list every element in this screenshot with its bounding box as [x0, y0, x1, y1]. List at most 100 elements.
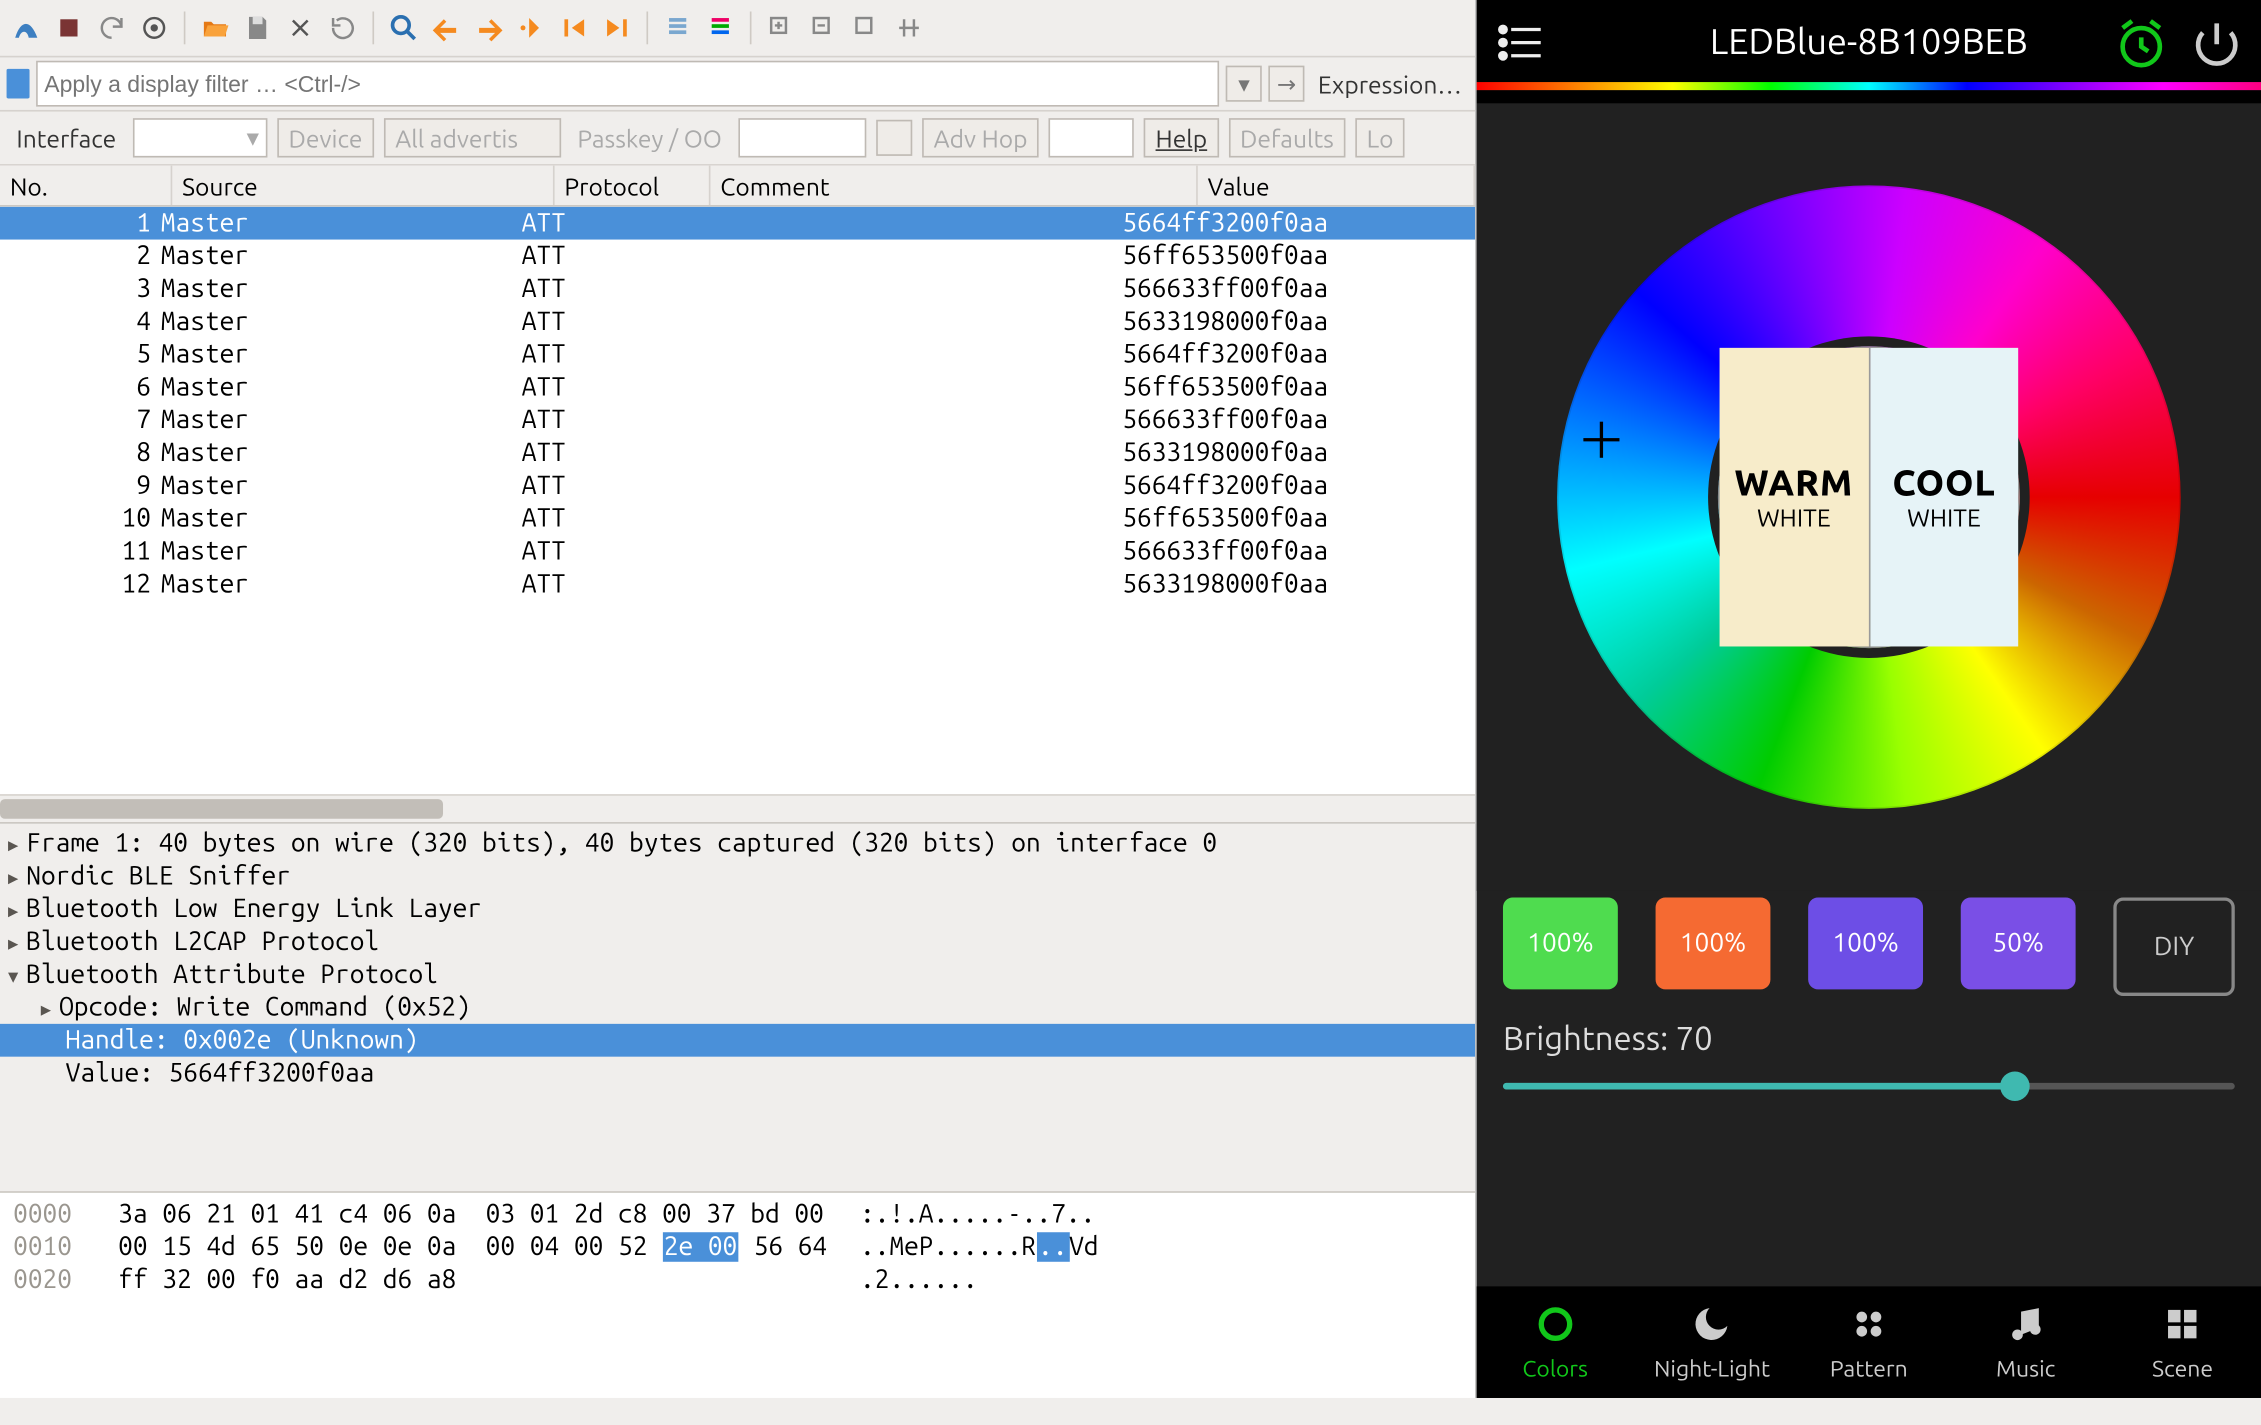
- color-wheel[interactable]: WARM WHITE COOL WHITE: [1557, 185, 2181, 809]
- advhop-input[interactable]: [1049, 118, 1134, 157]
- advert-button[interactable]: All advertis: [384, 118, 561, 157]
- save-icon[interactable]: [238, 8, 277, 47]
- packet-row[interactable]: 8MasterATT5633198000f0aa: [0, 436, 1475, 469]
- bookmark-icon[interactable]: [7, 69, 30, 99]
- packet-row[interactable]: 11MasterATT566633ff00f0aa: [0, 535, 1475, 568]
- brightness-label: Brightness: 70: [1477, 996, 2261, 1067]
- wheel-cursor-icon: [1583, 422, 1619, 458]
- packet-list: No. Source Protocol Comment Value 1Maste…: [0, 166, 1475, 824]
- col-protocol[interactable]: Protocol: [555, 166, 711, 205]
- colors-icon: [1534, 1303, 1577, 1351]
- main-toolbar: [0, 0, 1475, 57]
- first-icon[interactable]: [555, 8, 594, 47]
- jump-icon[interactable]: [512, 8, 551, 47]
- tab-music[interactable]: Music: [1947, 1286, 2104, 1398]
- power-icon[interactable]: [2189, 16, 2245, 77]
- packet-row[interactable]: 4MasterATT5633198000f0aa: [0, 305, 1475, 338]
- detail-ll[interactable]: Bluetooth Low Energy Link Layer: [26, 894, 482, 924]
- passkey-input[interactable]: [738, 118, 866, 157]
- autoscroll-icon[interactable]: [658, 8, 697, 47]
- packet-row[interactable]: 2MasterATT56ff653500f0aa: [0, 240, 1475, 273]
- preset-row: 100% 100% 100% 50% DIY: [1477, 891, 2261, 996]
- brightness-slider[interactable]: [1503, 1067, 2235, 1106]
- stop-icon[interactable]: [49, 8, 88, 47]
- detail-att[interactable]: Bluetooth Attribute Protocol: [26, 960, 438, 990]
- detail-handle[interactable]: Handle: 0x002e (Unknown): [66, 1026, 419, 1056]
- warm-white-button[interactable]: WARM WHITE: [1720, 348, 1870, 647]
- preset-green[interactable]: 100%: [1503, 898, 1618, 990]
- packet-row[interactable]: 10MasterATT56ff653500f0aa: [0, 502, 1475, 535]
- zoom-in-icon[interactable]: [761, 8, 800, 47]
- tab-colors[interactable]: Colors: [1477, 1286, 1634, 1398]
- packet-list-header: No. Source Protocol Comment Value: [0, 166, 1475, 207]
- resize-cols-icon[interactable]: [889, 8, 928, 47]
- music-icon: [2004, 1303, 2047, 1351]
- detail-value[interactable]: Value: 5664ff3200f0aa: [66, 1058, 375, 1088]
- expression-button[interactable]: Expression…: [1311, 70, 1468, 98]
- warm-small: WHITE: [1757, 504, 1831, 532]
- preset-purple2[interactable]: 50%: [1961, 898, 2076, 990]
- display-filter-input[interactable]: [36, 61, 1219, 107]
- alarm-icon[interactable]: [2113, 16, 2169, 77]
- tab-night-light[interactable]: Night-Light: [1634, 1286, 1791, 1398]
- cool-white-button[interactable]: COOL WHITE: [1870, 348, 2018, 647]
- col-source[interactable]: Source: [172, 166, 554, 205]
- back-icon[interactable]: [427, 8, 466, 47]
- rainbow-strip: [1477, 82, 2261, 90]
- zoom-reset-icon[interactable]: [847, 8, 886, 47]
- packet-row[interactable]: 7MasterATT566633ff00f0aa: [0, 404, 1475, 437]
- packet-row[interactable]: 9MasterATT5664ff3200f0aa: [0, 469, 1475, 502]
- packet-row[interactable]: 1MasterATT5664ff3200f0aa: [0, 207, 1475, 240]
- zoom-out-icon[interactable]: [804, 8, 843, 47]
- close-icon[interactable]: [281, 8, 320, 47]
- led-app: LEDBlue-8B109BEB R179 G84 B3 WARM: [1477, 0, 2261, 1398]
- col-comment[interactable]: Comment: [710, 166, 1197, 205]
- packet-bytes[interactable]: 000000100020 3a 06 21 01 41 c4 06 0a 03 …: [0, 1193, 1475, 1398]
- interface-combo[interactable]: ▾: [133, 118, 268, 157]
- detail-frame[interactable]: Frame 1: 40 bytes on wire (320 bits), 40…: [26, 829, 1217, 859]
- open-folder-icon[interactable]: [195, 8, 234, 47]
- help-button[interactable]: Help: [1144, 118, 1219, 157]
- preset-purple[interactable]: 100%: [1808, 898, 1923, 990]
- preset-diy[interactable]: DIY: [2113, 898, 2234, 996]
- tab-pattern[interactable]: Pattern: [1790, 1286, 1947, 1398]
- restart-icon[interactable]: [92, 8, 131, 47]
- defaults-button[interactable]: Defaults: [1228, 118, 1345, 157]
- cool-small: WHITE: [1907, 504, 1981, 532]
- detail-l2cap[interactable]: Bluetooth L2CAP Protocol: [26, 927, 379, 957]
- h-scrollbar[interactable]: [0, 794, 1475, 822]
- app-titlebar: LEDBlue-8B109BEB: [1477, 0, 2261, 82]
- col-no[interactable]: No.: [0, 166, 172, 205]
- shark-fin-icon[interactable]: [7, 8, 46, 47]
- menu-icon[interactable]: [1496, 23, 1545, 67]
- preset-orange[interactable]: 100%: [1656, 898, 1771, 990]
- options-icon[interactable]: [135, 8, 174, 47]
- reload-icon[interactable]: [323, 8, 362, 47]
- cool-big: COOL: [1892, 463, 1995, 504]
- filter-clear-icon[interactable]: ▾: [1226, 66, 1262, 102]
- find-icon[interactable]: [384, 8, 423, 47]
- packet-row[interactable]: 6MasterATT56ff653500f0aa: [0, 371, 1475, 404]
- colorize-icon[interactable]: [701, 8, 740, 47]
- forward-icon[interactable]: [469, 8, 508, 47]
- col-value[interactable]: Value: [1198, 166, 1475, 205]
- tab-scene[interactable]: Scene: [2104, 1286, 2261, 1398]
- detail-nordic[interactable]: Nordic BLE Sniffer: [26, 861, 291, 891]
- night-light-icon: [1691, 1303, 1734, 1351]
- log-button[interactable]: Lo: [1355, 118, 1405, 157]
- device-button[interactable]: Device: [277, 118, 374, 157]
- scene-icon: [2161, 1303, 2204, 1351]
- last-icon[interactable]: [597, 8, 636, 47]
- packet-row[interactable]: 12MasterATT5633198000f0aa: [0, 568, 1475, 601]
- filter-apply-icon[interactable]: →: [1269, 66, 1305, 102]
- white-center[interactable]: WARM WHITE COOL WHITE: [1718, 346, 2020, 648]
- wireshark-window: ▾ → Expression… Interface ▾ Device All a…: [0, 0, 1477, 1398]
- passkey-label: Passkey / OO: [571, 124, 729, 152]
- packet-list-body[interactable]: 1MasterATT5664ff3200f0aa2MasterATT56ff65…: [0, 207, 1475, 794]
- detail-opcode[interactable]: Opcode: Write Command (0x52): [59, 993, 471, 1023]
- packet-row[interactable]: 5MasterATT5664ff3200f0aa: [0, 338, 1475, 371]
- passkey-go-icon[interactable]: [876, 120, 912, 156]
- advhop-button[interactable]: Adv Hop: [922, 118, 1039, 157]
- packet-row[interactable]: 3MasterATT566633ff00f0aa: [0, 272, 1475, 305]
- packet-details[interactable]: Frame 1: 40 bytes on wire (320 bits), 40…: [0, 824, 1475, 1193]
